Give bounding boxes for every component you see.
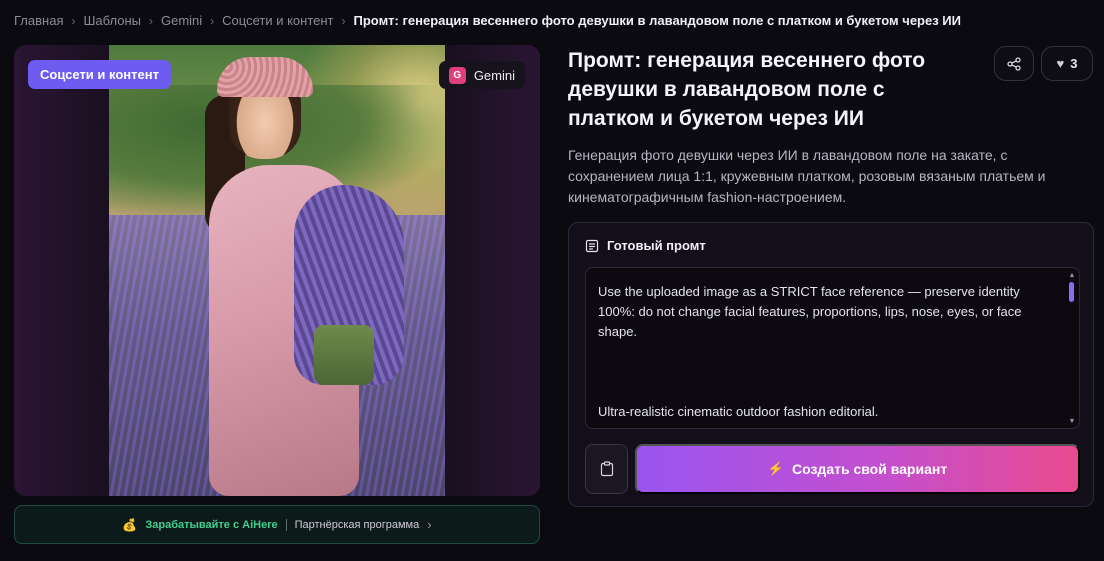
prompt-scrollbar[interactable]: ▲ ▼ — [1068, 272, 1076, 426]
share-icon — [1007, 56, 1021, 71]
affiliate-divider — [285, 518, 287, 531]
coin-icon: 💰 — [122, 517, 138, 532]
preview-photo — [109, 45, 445, 496]
breadcrumb-separator: › — [341, 13, 346, 28]
like-count: 3 — [1070, 56, 1078, 71]
scrollbar-thumb[interactable] — [1069, 282, 1074, 302]
gemini-icon: G — [448, 66, 466, 84]
clipboard-icon — [600, 461, 613, 477]
chevron-right-icon: › — [427, 517, 432, 532]
prompt-text: Use the uploaded image as a STRICT face … — [598, 284, 1022, 419]
create-variant-button[interactable]: ⚡ Создать свой вариант — [635, 444, 1080, 494]
page-title: Промт: генерация весеннего фото девушки … — [568, 49, 926, 130]
affiliate-earn-label: Зарабатывайте с AiHere — [145, 518, 278, 531]
affiliate-banner[interactable]: 💰 Зарабатывайте с AiHere Партнёрская про… — [14, 505, 540, 544]
breadcrumb-separator: › — [210, 13, 215, 28]
breadcrumb-separator: › — [71, 13, 76, 28]
lightning-icon: ⚡ — [767, 461, 784, 476]
prompt-card: Готовый промт Use the uploaded image as … — [568, 222, 1094, 507]
category-badge[interactable]: Соцсети и контент — [28, 60, 171, 89]
scroll-up-arrow-icon[interactable]: ▲ — [1068, 272, 1076, 280]
affiliate-partner-label: Партнёрская программа — [294, 518, 420, 531]
breadcrumb-item-social[interactable]: Соцсети и контент — [222, 13, 333, 28]
breadcrumb: Главная › Шаблоны › Gemini › Соцсети и к… — [14, 13, 961, 28]
like-button[interactable]: ♥ 3 — [1041, 46, 1093, 81]
prompt-header: Готовый промт — [585, 238, 706, 253]
share-button[interactable] — [994, 46, 1034, 81]
page-description: Генерация фото девушки через ИИ в лаванд… — [568, 147, 1046, 205]
create-variant-label: Создать свой вариант — [792, 461, 948, 477]
breadcrumb-item-home[interactable]: Главная — [14, 13, 63, 28]
prompt-textarea[interactable]: Use the uploaded image as a STRICT face … — [585, 267, 1080, 429]
copy-prompt-button[interactable] — [585, 444, 628, 494]
breadcrumb-item-gemini[interactable]: Gemini — [161, 13, 202, 28]
breadcrumb-current: Промт: генерация весеннего фото девушки … — [353, 13, 961, 28]
photo-headscarf — [217, 57, 313, 97]
photo-bouquet-stems — [314, 325, 374, 385]
heart-icon: ♥ — [1056, 56, 1065, 71]
preview-image-card: Соцсети и контент G Gemini — [14, 45, 540, 496]
document-icon — [585, 239, 599, 252]
model-badge-label: Gemini — [473, 67, 515, 83]
model-badge: G Gemini — [438, 61, 525, 89]
scroll-down-arrow-icon[interactable]: ▼ — [1068, 418, 1076, 426]
breadcrumb-separator: › — [148, 13, 153, 28]
breadcrumb-item-templates[interactable]: Шаблоны — [83, 13, 141, 28]
prompt-heading: Готовый промт — [607, 238, 706, 253]
